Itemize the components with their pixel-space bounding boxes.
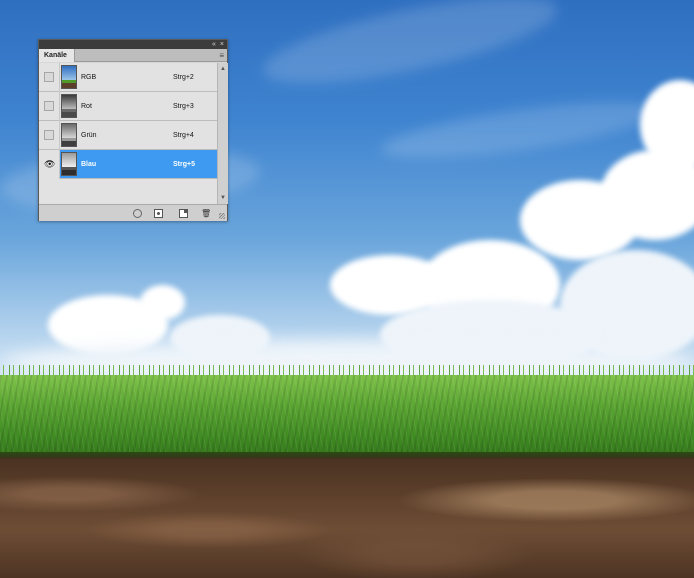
eye-icon: 👁 bbox=[44, 159, 56, 169]
channel-row-rgb[interactable]: RGB Strg+2 bbox=[39, 62, 217, 92]
scroll-up-icon[interactable]: ▲ bbox=[220, 66, 226, 72]
panel-menu-icon[interactable]: ≡ bbox=[219, 51, 224, 60]
channel-thumbnail bbox=[61, 94, 77, 118]
panel-tabbar: Kanäle ≡ bbox=[39, 49, 227, 62]
channel-thumbnail bbox=[61, 152, 77, 176]
resize-grip-icon[interactable] bbox=[219, 213, 225, 219]
save-selection-icon[interactable] bbox=[154, 209, 163, 218]
channel-thumbnail bbox=[61, 123, 77, 147]
soil bbox=[0, 458, 694, 578]
trash-icon[interactable]: 🗑 bbox=[201, 209, 211, 218]
cloud bbox=[140, 285, 185, 320]
channel-thumbnail bbox=[61, 65, 77, 89]
channel-list: RGB Strg+2 Rot Strg+3 Grün Strg+4 👁 Blau… bbox=[39, 62, 217, 204]
tab-channels[interactable]: Kanäle bbox=[39, 49, 75, 62]
panel-footer: 🗑 bbox=[39, 204, 227, 221]
channel-row-green[interactable]: Grün Strg+4 bbox=[39, 120, 217, 150]
channel-row-red[interactable]: Rot Strg+3 bbox=[39, 91, 217, 121]
collapse-icon[interactable]: « bbox=[212, 40, 216, 49]
channel-name: Rot bbox=[81, 102, 92, 110]
visibility-toggle[interactable]: 👁 bbox=[39, 149, 60, 179]
channels-panel: « × Kanäle ≡ RGB Strg+2 Rot Strg+3 Grün … bbox=[38, 39, 228, 221]
visibility-toggle[interactable] bbox=[39, 62, 60, 92]
load-selection-icon[interactable] bbox=[133, 209, 142, 218]
new-channel-icon[interactable] bbox=[179, 209, 188, 218]
channel-name: RGB bbox=[81, 73, 97, 81]
visibility-box-icon bbox=[44, 101, 54, 111]
channel-name: Grün bbox=[81, 131, 97, 139]
channel-shortcut: Strg+4 bbox=[173, 131, 194, 139]
visibility-toggle[interactable] bbox=[39, 120, 60, 150]
channel-shortcut: Strg+2 bbox=[173, 73, 194, 81]
cloud bbox=[520, 180, 640, 260]
panel-scrollbar[interactable]: ▲ ▼ bbox=[217, 63, 228, 204]
visibility-box-icon bbox=[44, 130, 54, 140]
panel-titlebar[interactable]: « × bbox=[39, 40, 227, 49]
channel-shortcut: Strg+5 bbox=[173, 160, 195, 168]
visibility-toggle[interactable] bbox=[39, 91, 60, 121]
close-icon[interactable]: × bbox=[220, 40, 224, 49]
channel-shortcut: Strg+3 bbox=[173, 102, 194, 110]
visibility-box-icon bbox=[44, 72, 54, 82]
channel-name: Blau bbox=[81, 160, 97, 168]
channel-row-blue[interactable]: 👁 Blau Strg+5 bbox=[39, 149, 217, 179]
scroll-down-icon[interactable]: ▼ bbox=[220, 195, 226, 201]
